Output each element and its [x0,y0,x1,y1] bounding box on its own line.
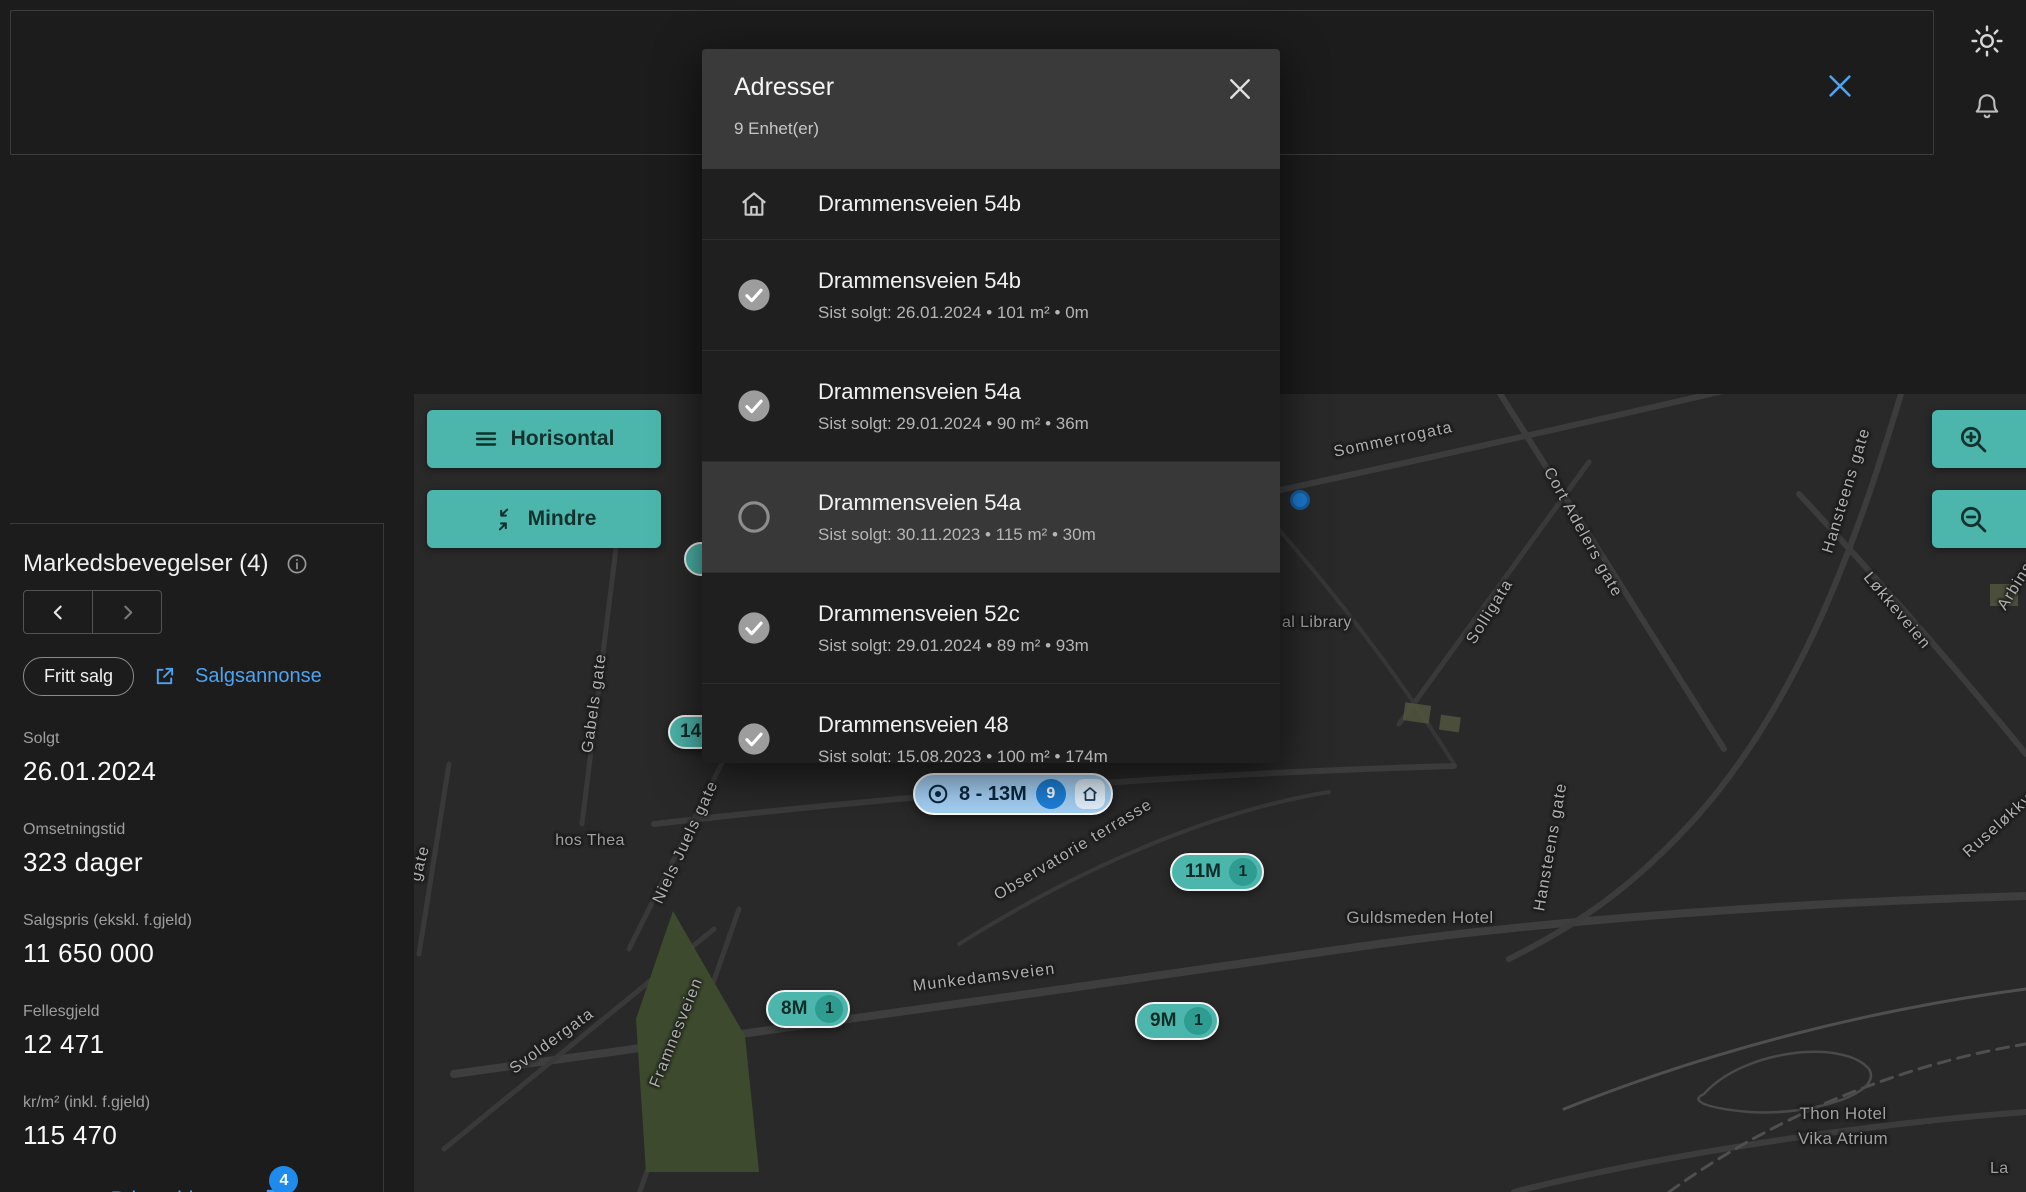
stat-turnover-time: Omsetningstid 323 dager [23,821,369,878]
shrink-map-button[interactable]: Mindre [427,490,661,548]
stat-sold: Solgt 26.01.2024 [23,730,369,787]
panel-title: Markedsbevegelser (4) [23,550,268,578]
chevron-right-icon [119,604,136,621]
selected-cluster-marker[interactable]: 8 - 13M 9 [913,773,1113,815]
external-link-icon [153,665,176,688]
bell-icon [1972,90,2002,120]
poi-label: al Library [1282,614,1352,632]
stat-price-per-m2: kr/m² (inkl. f.gjeld) 115 470 [23,1094,369,1151]
close-x-icon [1226,75,1254,103]
modal-unit-count: 9 Enhet(er) [734,119,1280,139]
check-circle-icon[interactable] [737,722,771,756]
stat-value: 11 650 000 [23,938,369,969]
stat-value: 115 470 [23,1120,369,1151]
address-header-label: Drammensveien 54b [818,191,1021,217]
modal-title: Adresser [734,73,1280,102]
cluster-marker[interactable]: 8M 1 [766,990,850,1028]
stat-value: 26.01.2024 [23,756,369,787]
poi-label: hos Thea [555,832,625,850]
modal-close-button[interactable] [1222,71,1258,107]
sun-icon [1970,24,2004,58]
stat-value: 323 dager [23,847,369,878]
cluster-marker[interactable]: 9M 1 [1135,1002,1219,1040]
layout-horizontal-button[interactable]: Horisontal [427,410,661,468]
zoom-out-icon [1957,503,1989,535]
cluster-label: 9M [1150,1010,1176,1032]
chevron-left-icon [50,604,67,621]
stat-label: kr/m² (inkl. f.gjeld) [23,1094,369,1112]
market-movements-panel: Markedsbevegelser (4) Fritt salg Salgsan… [10,523,384,1192]
cluster-count: 1 [1229,858,1257,886]
stat-sale-price: Salgspris (ekskl. f.gjeld) 11 650 000 [23,912,369,969]
unit-title: Drammensveien 54b [818,268,1089,294]
button-label: Horisontal [511,427,615,451]
unit-row[interactable]: Drammensveien 54b Sist solgt: 26.01.2024… [702,240,1280,351]
menu-icon [474,427,498,451]
poi-label: Thon Hotel Vika Atrium [1798,1102,1888,1151]
price-changes-badge: 4 [269,1166,298,1192]
sales-ad-link[interactable]: Salgsannonse [195,665,322,688]
cluster-label: 8M [781,998,807,1020]
poi-label: La [1990,1160,2009,1178]
cluster-label: 11M [1185,861,1221,883]
cluster-count: 1 [815,995,843,1023]
poi-label-line: Vika Atrium [1798,1127,1888,1152]
cluster-label: 14 [680,721,701,743]
zoom-out-button[interactable] [1932,490,2026,548]
modal-header: Adresser 9 Enhet(er) [702,49,1280,169]
unit-subtitle: Sist solgt: 29.01.2024 • 90 m² • 36m [818,414,1089,434]
cluster-label: 8 - 13M [959,783,1027,806]
park-polygon [636,911,759,1172]
close-x-icon [1825,71,1855,101]
sale-type-badge: Fritt salg [23,657,134,696]
unit-subtitle: Sist solgt: 29.01.2024 • 89 m² • 93m [818,636,1089,656]
unit-subtitle: Sist solgt: 30.11.2023 • 115 m² • 30m [818,525,1096,545]
button-label: Mindre [528,507,597,531]
trending-up-icon[interactable]: 4 [245,1185,281,1192]
unit-row[interactable]: Drammensveien 52c Sist solgt: 29.01.2024… [702,573,1280,684]
unit-title: Drammensveien 54a [818,379,1089,405]
unit-subtitle: Sist solgt: 15.08.2023 • 100 m² • 174m [818,747,1108,764]
address-header-row[interactable]: Drammensveien 54b [702,169,1280,240]
stat-label: Omsetningstid [23,821,369,839]
stat-label: Salgspris (ekskl. f.gjeld) [23,912,369,930]
stat-value: 12 471 [23,1029,369,1060]
theme-toggle-button[interactable] [1970,24,2004,58]
poi-label-line: Thon Hotel [1798,1102,1888,1127]
check-circle-icon[interactable] [737,389,771,423]
unit-title: Drammensveien 52c [818,601,1089,627]
stat-label: Solgt [23,730,369,748]
cluster-marker[interactable]: 11M 1 [1170,853,1264,891]
target-icon [926,782,950,806]
stat-label: Fellesgjeld [23,1003,369,1021]
clear-search-button[interactable] [1821,67,1859,105]
next-button[interactable] [92,590,162,634]
poi-label: Guldsmeden Hotel [1346,908,1493,928]
unit-title: Drammensveien 48 [818,712,1108,738]
unit-row[interactable]: Drammensveien 54a Sist solgt: 29.01.2024… [702,351,1280,462]
unit-subtitle: Sist solgt: 26.01.2024 • 101 m² • 0m [818,303,1089,323]
check-circle-icon[interactable] [737,278,771,312]
prev-button[interactable] [23,590,93,634]
notifications-button[interactable] [1972,90,2002,120]
unit-row[interactable]: Drammensveien 54a Sist solgt: 30.11.2023… [702,462,1280,573]
zoom-in-icon [1957,423,1989,455]
house-icon [737,189,771,219]
house-icon [1075,779,1105,809]
addresses-modal: Adresser 9 Enhet(er) Drammensveien 54b D… [702,49,1280,763]
cluster-count: 1 [1184,1007,1212,1035]
check-circle-icon[interactable] [737,611,771,645]
movement-pager [23,590,162,634]
unit-row[interactable]: Drammensveien 48 Sist solgt: 15.08.2023 … [702,684,1280,763]
price-changes-link[interactable]: Prisendringer [111,1188,236,1192]
map-point-marker[interactable] [1290,490,1310,510]
stat-joint-debt: Fellesgjeld 12 471 [23,1003,369,1060]
cluster-count: 9 [1036,779,1066,809]
info-icon[interactable] [286,553,308,575]
collapse-icon [492,508,515,531]
radio-unchecked-icon[interactable] [737,500,771,534]
zoom-in-button[interactable] [1932,410,2026,468]
unit-title: Drammensveien 54a [818,490,1096,516]
